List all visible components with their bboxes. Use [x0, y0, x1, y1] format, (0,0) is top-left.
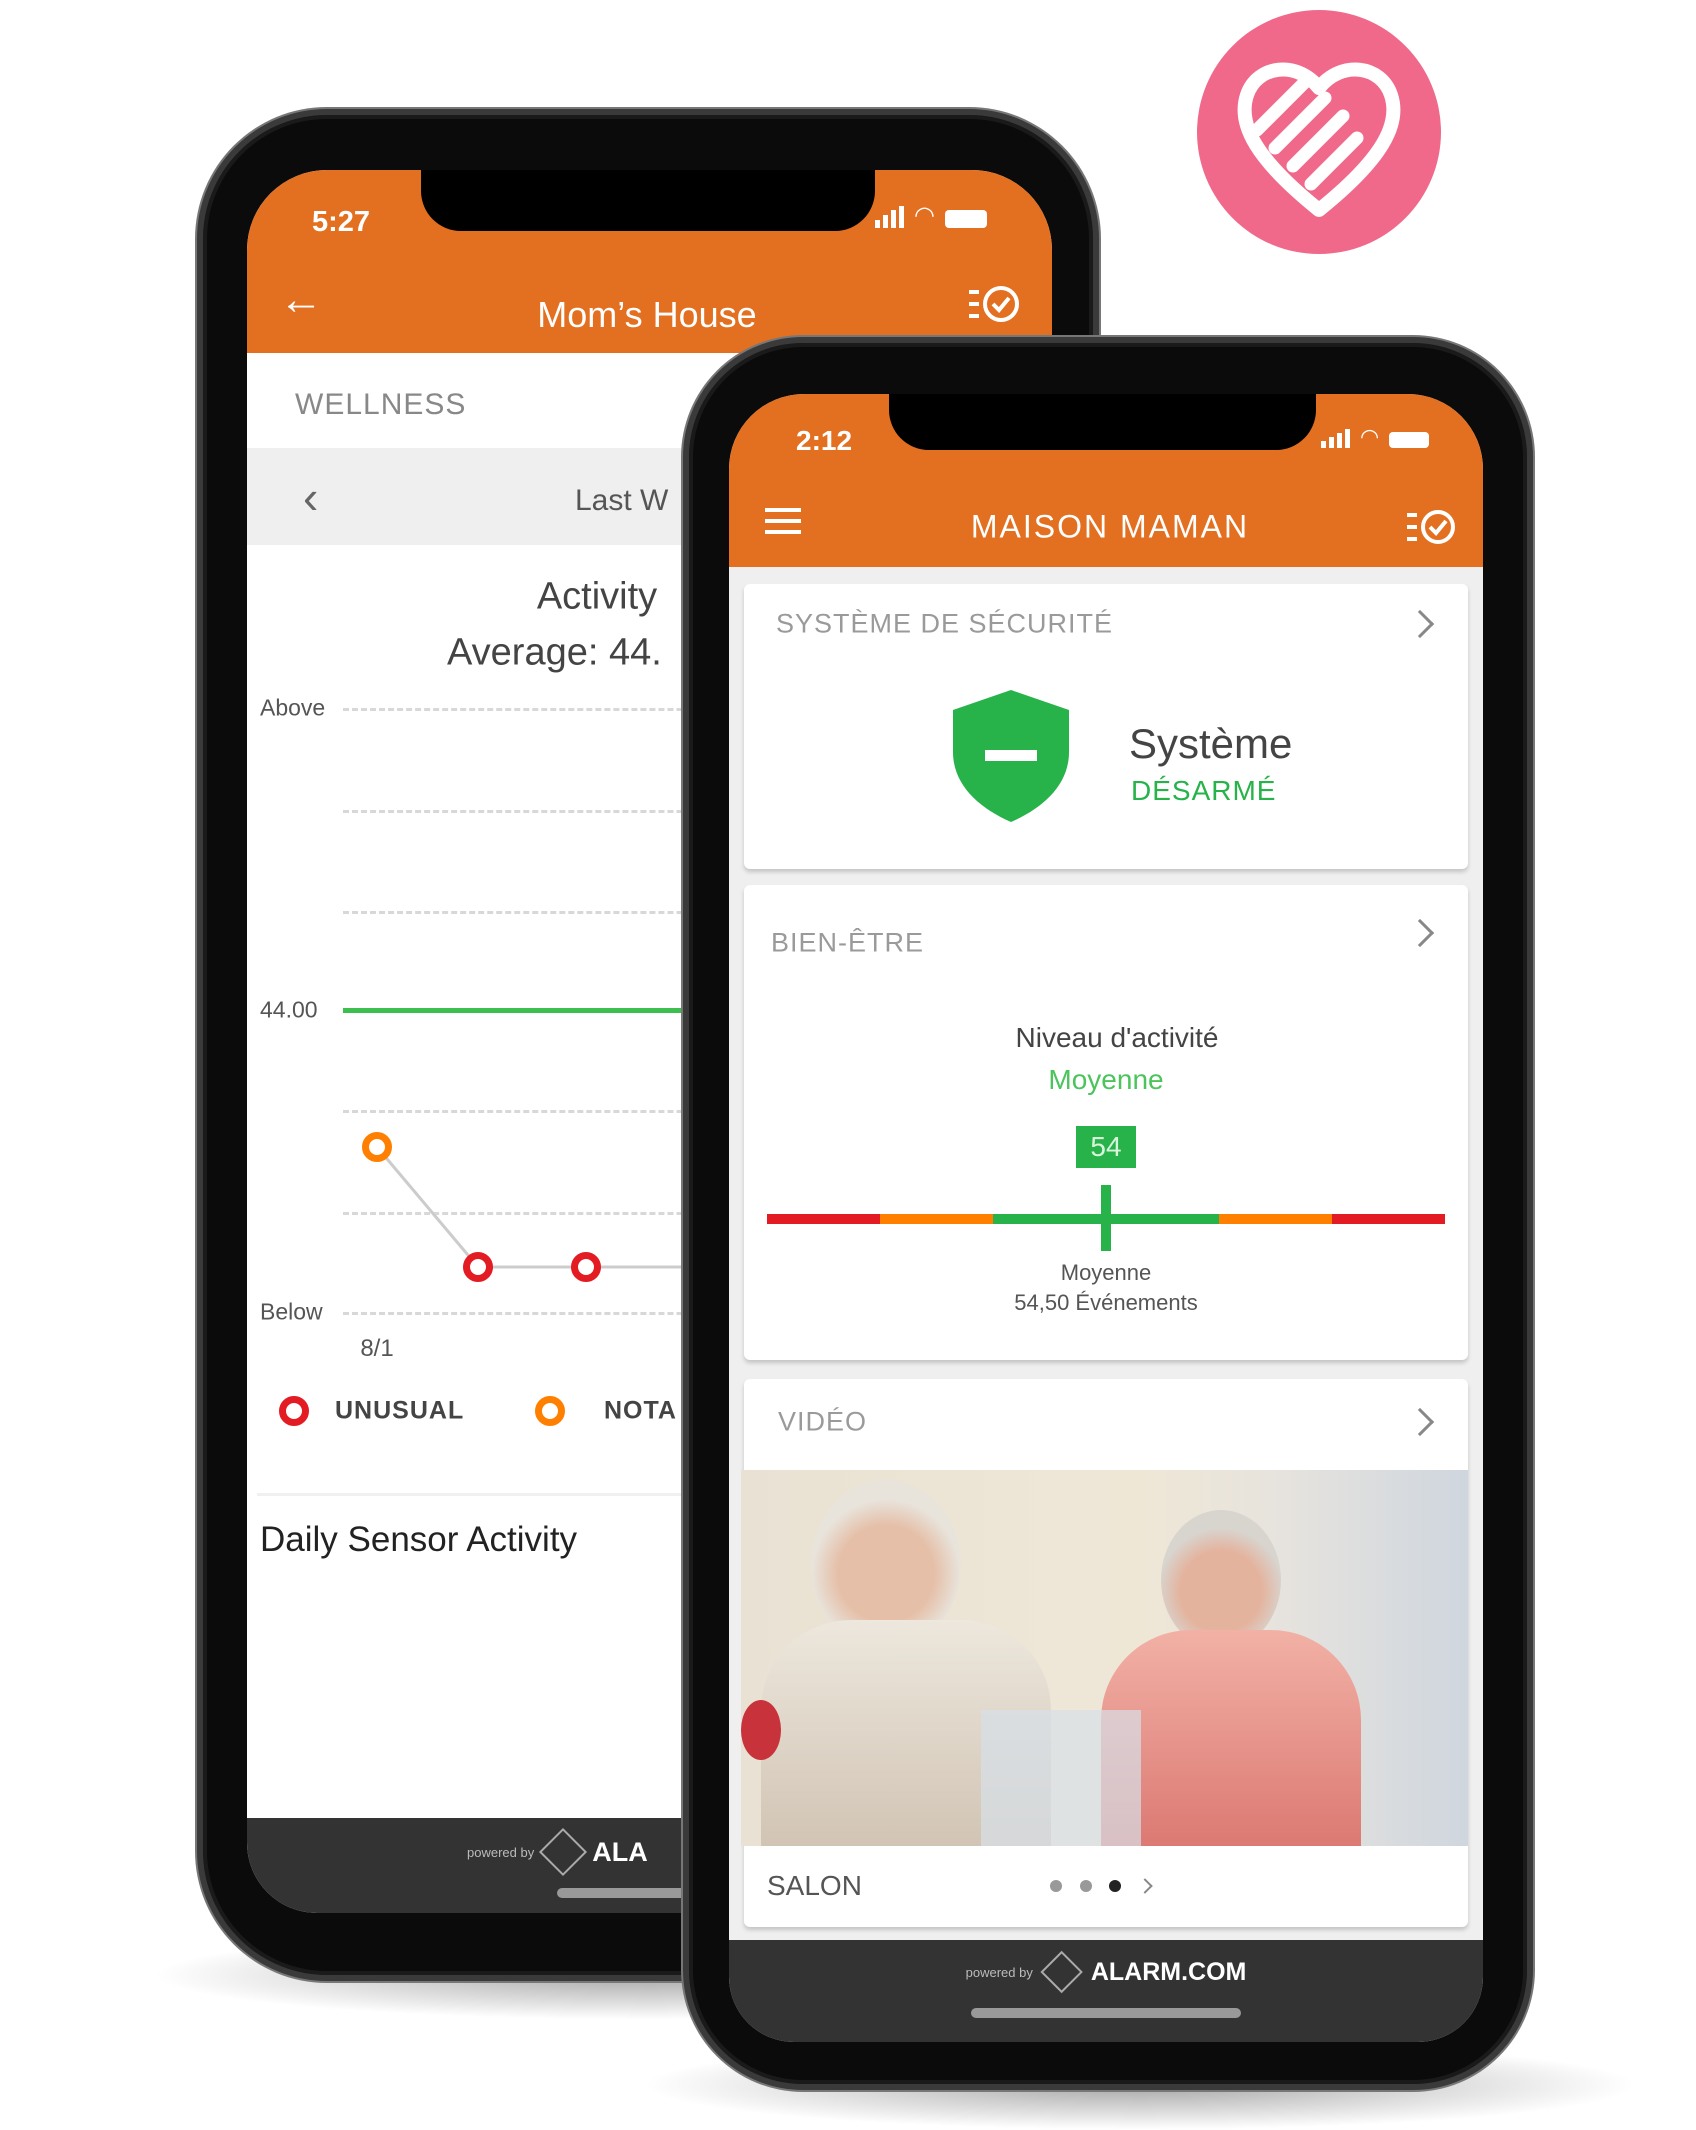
alarm-logo-icon: [539, 1827, 588, 1877]
page-dot[interactable]: [1050, 1880, 1062, 1892]
hamburger-icon[interactable]: [765, 508, 801, 534]
status-time: 2:12: [796, 425, 853, 456]
card-title: VIDÉO: [778, 1406, 868, 1437]
events-count: 54,50 Événements: [1014, 1290, 1198, 1315]
activity-label: Niveau d'activité: [1015, 1022, 1219, 1053]
data-point-unusual[interactable]: [463, 1252, 493, 1282]
page-dot[interactable]: [1080, 1880, 1092, 1892]
gauge-marker: [1101, 1185, 1111, 1251]
battery-icon: [1389, 432, 1430, 448]
activity-level: Moyenne: [1048, 1064, 1164, 1095]
card-title: SYSTÈME DE SÉCURITÉ: [776, 608, 1114, 639]
list-check-icon[interactable]: [1407, 508, 1457, 551]
section-title-daily: Daily Sensor Activity: [260, 1520, 578, 1559]
powered-by-logo: powered by ALA: [467, 1827, 648, 1877]
data-point-notable[interactable]: [362, 1132, 392, 1162]
data-point-unusual[interactable]: [571, 1252, 601, 1282]
system-state: DÉSARMÉ: [1131, 775, 1277, 806]
card-title: BIEN-ÊTRE: [771, 927, 925, 958]
wifi-icon: ◠: [1360, 424, 1380, 449]
heart-hand-icon: [1237, 62, 1401, 217]
value-badge: 54: [1076, 1126, 1136, 1168]
camera-thumbnail[interactable]: [741, 1470, 1468, 1846]
status-icons: ◠: [1321, 424, 1430, 449]
front-phone-screen: 2:12 ◠ MAISON MAMAN SYSTÈME DE SÉCURITÉ …: [729, 394, 1483, 2042]
brand-logo: [1197, 10, 1441, 254]
chevron-right-icon[interactable]: [1405, 1407, 1435, 1437]
chevron-right-icon[interactable]: [1405, 609, 1435, 639]
legend-unusual-marker: [279, 1396, 309, 1426]
camera-name: SALON: [767, 1870, 862, 1901]
next-camera-icon[interactable]: [1137, 1878, 1153, 1894]
shield-disarmed-icon: [953, 690, 1069, 822]
security-card[interactable]: SYSTÈME DE SÉCURITÉ Système DÉSARMÉ: [744, 584, 1468, 869]
page-title: MAISON MAMAN: [970, 508, 1250, 545]
video-card[interactable]: VIDÉO SALON: [741, 1379, 1468, 1927]
signal-icon: [1321, 429, 1350, 448]
legend-unusual: UNUSUAL: [335, 1396, 465, 1425]
legend-notable-marker: [535, 1396, 565, 1426]
scale-label: Moyenne: [1060, 1260, 1152, 1285]
wellness-card[interactable]: BIEN-ÊTRE Niveau d'activité Moyenne 54 M…: [744, 885, 1468, 1360]
alarm-logo-icon: [1040, 1950, 1084, 1994]
powered-by-logo: powered by ALARM.COM: [966, 1950, 1246, 1994]
legend-notable: NOTA: [604, 1396, 677, 1425]
page-dot-active[interactable]: [1109, 1880, 1121, 1892]
system-label: Système: [1129, 720, 1293, 767]
chevron-right-icon[interactable]: [1405, 918, 1435, 948]
x-tick: 8/1: [360, 1335, 394, 1362]
